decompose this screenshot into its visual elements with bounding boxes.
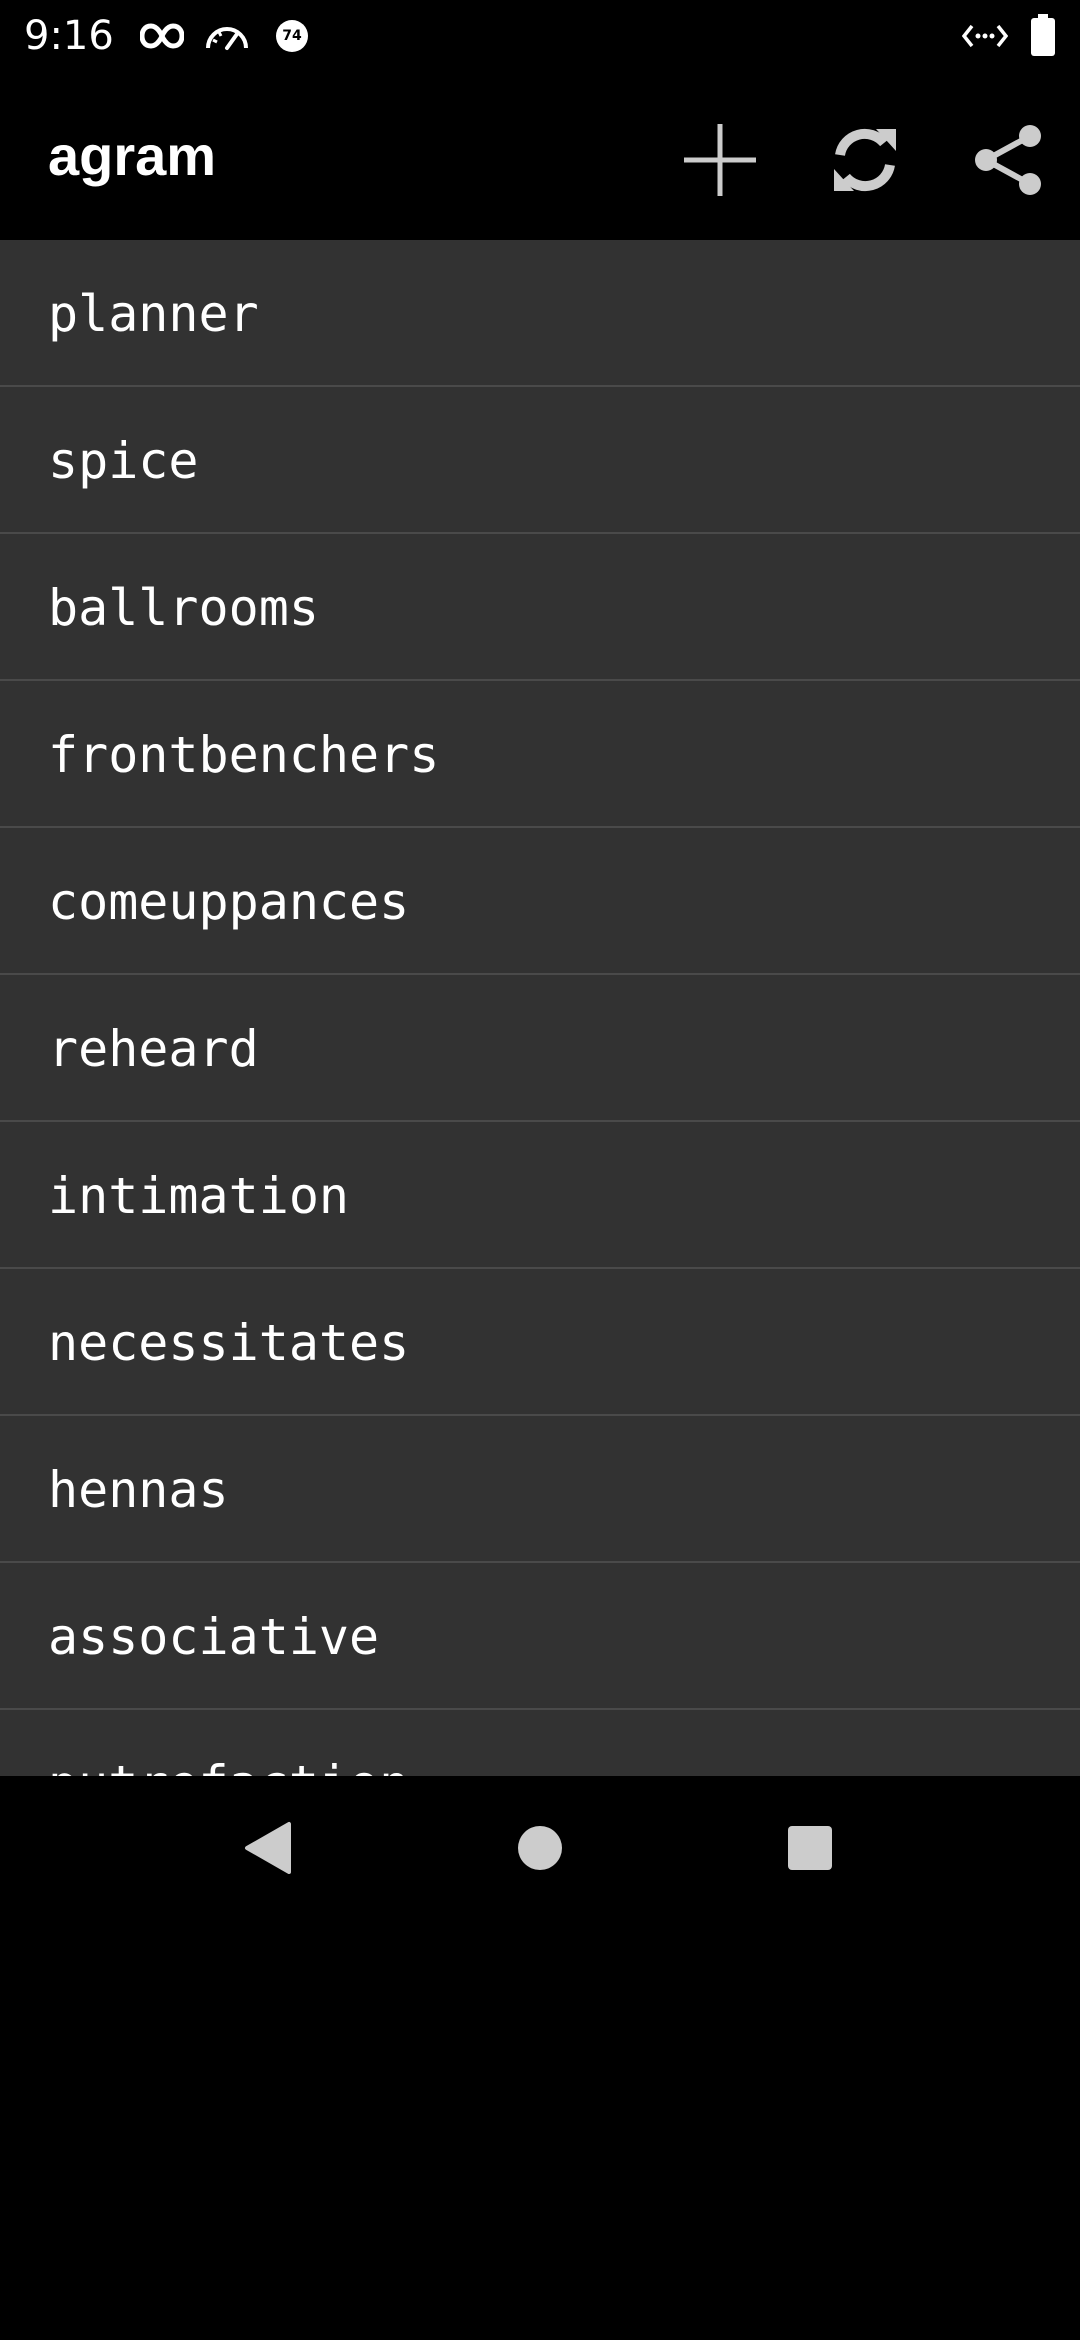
badge-text: 74: [282, 28, 302, 44]
list-item-label: associative: [48, 1608, 380, 1666]
app-bar: agram: [0, 72, 1080, 240]
share-icon: [975, 125, 1041, 195]
add-icon: [684, 124, 756, 196]
list-item-label: ballrooms: [48, 579, 319, 637]
app-title: agram: [48, 124, 217, 187]
list-item-label: putrefaction: [48, 1754, 409, 1776]
list-item-label: comeuppances: [48, 873, 410, 931]
list-item[interactable]: planner: [0, 240, 1080, 387]
badge-74-icon: 74: [276, 20, 308, 52]
list-item-label: hennas: [48, 1461, 229, 1519]
home-icon: [518, 1826, 562, 1870]
share-button[interactable]: [960, 112, 1056, 208]
list-item-label: necessitates: [48, 1314, 410, 1372]
list-item[interactable]: hennas: [0, 1416, 1080, 1563]
speedometer-icon: [206, 27, 248, 50]
recents-button[interactable]: [762, 1800, 858, 1896]
add-button[interactable]: [672, 112, 768, 208]
list-item[interactable]: frontbenchers: [0, 681, 1080, 828]
list-item[interactable]: putrefaction: [0, 1710, 1080, 1776]
recents-icon: [788, 1826, 832, 1870]
status-time: 9:16: [24, 13, 114, 59]
infinity-icon: [140, 23, 184, 49]
list-item[interactable]: intimation: [0, 1122, 1080, 1269]
back-icon: [245, 1822, 291, 1874]
battery-icon: [1031, 14, 1055, 56]
list-item[interactable]: spice: [0, 387, 1080, 534]
back-button[interactable]: [220, 1800, 316, 1896]
home-button[interactable]: [492, 1800, 588, 1896]
navigation-bar: [0, 1776, 1080, 1920]
refresh-icon: [834, 128, 896, 192]
refresh-button[interactable]: [817, 112, 913, 208]
list-item-label: spice: [48, 432, 199, 490]
list-item-label: planner: [48, 285, 259, 343]
list-item-label: reheard: [48, 1020, 259, 1078]
list-item-label: intimation: [48, 1167, 350, 1225]
code-arrows-icon: [962, 24, 1008, 48]
list-item[interactable]: associative: [0, 1563, 1080, 1710]
list-item[interactable]: ballrooms: [0, 534, 1080, 681]
list-item[interactable]: necessitates: [0, 1269, 1080, 1416]
list-item-label: frontbenchers: [48, 726, 440, 784]
empty-area: [0, 1920, 1080, 2340]
list-item[interactable]: comeuppances: [0, 828, 1080, 975]
status-bar: 9:16 74: [0, 0, 1080, 72]
list-item[interactable]: reheard: [0, 975, 1080, 1122]
word-list[interactable]: planner spice ballrooms frontbenchers co…: [0, 240, 1080, 1776]
